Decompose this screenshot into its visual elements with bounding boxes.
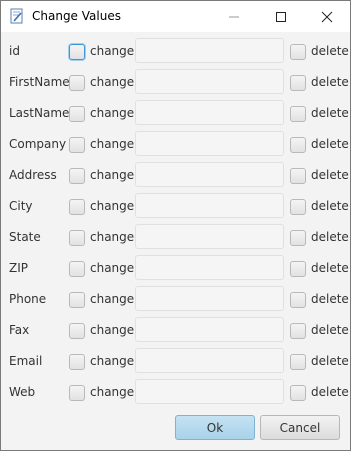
delete-checkbox[interactable] — [290, 292, 306, 308]
delete-label[interactable]: delete — [311, 137, 349, 151]
field-label: State — [9, 230, 41, 244]
change-label[interactable]: change — [90, 354, 134, 368]
document-edit-icon — [10, 8, 23, 24]
delete-checkbox[interactable] — [290, 354, 306, 370]
form-row-city: City change delete — [1, 192, 350, 223]
form-row-state: State change delete — [1, 223, 350, 254]
value-input[interactable] — [135, 69, 284, 94]
value-input[interactable] — [135, 286, 284, 311]
value-input[interactable] — [135, 162, 284, 187]
field-label: Address — [9, 168, 57, 182]
field-label: Web — [9, 385, 36, 399]
form-row-phone: Phone change delete — [1, 285, 350, 316]
field-label: ZIP — [9, 261, 28, 275]
change-values-dialog: Change Values id change delete FirstName… — [0, 0, 351, 451]
value-input[interactable] — [135, 38, 284, 63]
change-label[interactable]: change — [90, 137, 134, 151]
value-input[interactable] — [135, 255, 284, 280]
form-row-firstname: FirstName change delete — [1, 68, 350, 99]
change-checkbox[interactable] — [69, 137, 85, 153]
change-checkbox[interactable] — [69, 292, 85, 308]
change-label[interactable]: change — [90, 261, 134, 275]
delete-label[interactable]: delete — [311, 106, 349, 120]
change-checkbox[interactable] — [69, 354, 85, 370]
field-label: Company — [9, 137, 67, 151]
field-label: FirstName — [9, 75, 70, 89]
change-checkbox[interactable] — [69, 323, 85, 339]
delete-checkbox[interactable] — [290, 199, 306, 215]
change-checkbox[interactable] — [69, 168, 85, 184]
value-input[interactable] — [135, 131, 284, 156]
title-bar[interactable]: Change Values — [1, 1, 350, 32]
change-checkbox[interactable] — [69, 230, 85, 246]
change-checkbox[interactable] — [69, 44, 85, 60]
window-title: Change Values — [32, 9, 121, 23]
change-checkbox[interactable] — [69, 75, 85, 91]
change-label[interactable]: change — [90, 292, 134, 306]
field-label: Phone — [9, 292, 47, 306]
field-label: LastName — [9, 106, 70, 120]
delete-checkbox[interactable] — [290, 44, 306, 60]
ok-button[interactable]: Ok — [175, 415, 255, 440]
change-label[interactable]: change — [90, 385, 134, 399]
change-checkbox[interactable] — [69, 199, 85, 215]
value-input[interactable] — [135, 224, 284, 249]
change-label[interactable]: change — [90, 323, 134, 337]
delete-checkbox[interactable] — [290, 168, 306, 184]
delete-checkbox[interactable] — [290, 106, 306, 122]
delete-label[interactable]: delete — [311, 199, 349, 213]
form-row-web: Web change delete — [1, 378, 350, 409]
form-row-address: Address change delete — [1, 161, 350, 192]
delete-label[interactable]: delete — [311, 168, 349, 182]
delete-label[interactable]: delete — [311, 44, 349, 58]
field-label: Email — [9, 354, 43, 368]
close-icon — [321, 11, 333, 22]
change-checkbox[interactable] — [69, 261, 85, 277]
form-row-fax: Fax change delete — [1, 316, 350, 347]
delete-checkbox[interactable] — [290, 323, 306, 339]
change-label[interactable]: change — [90, 75, 134, 89]
change-checkbox[interactable] — [69, 385, 85, 401]
field-label: City — [9, 199, 33, 213]
delete-checkbox[interactable] — [290, 261, 306, 277]
delete-label[interactable]: delete — [311, 354, 349, 368]
form-row-lastname: LastName change delete — [1, 99, 350, 130]
close-button[interactable] — [304, 1, 350, 32]
change-checkbox[interactable] — [69, 106, 85, 122]
form-row-zip: ZIP change delete — [1, 254, 350, 285]
delete-label[interactable]: delete — [311, 323, 349, 337]
delete-checkbox[interactable] — [290, 230, 306, 246]
delete-checkbox[interactable] — [290, 75, 306, 91]
change-label[interactable]: change — [90, 106, 134, 120]
form-row-company: Company change delete — [1, 130, 350, 161]
minimize-icon — [229, 16, 239, 17]
value-input[interactable] — [135, 100, 284, 125]
cancel-button[interactable]: Cancel — [260, 415, 340, 440]
field-label: Fax — [9, 323, 30, 337]
change-label[interactable]: change — [90, 168, 134, 182]
value-input[interactable] — [135, 193, 284, 218]
maximize-button[interactable] — [258, 1, 304, 32]
delete-label[interactable]: delete — [311, 75, 349, 89]
change-label[interactable]: change — [90, 199, 134, 213]
value-input[interactable] — [135, 379, 284, 404]
minimize-button[interactable] — [211, 1, 257, 32]
delete-checkbox[interactable] — [290, 137, 306, 153]
value-input[interactable] — [135, 317, 284, 342]
form-row-id: id change delete — [1, 37, 350, 68]
delete-label[interactable]: delete — [311, 385, 349, 399]
delete-label[interactable]: delete — [311, 292, 349, 306]
delete-checkbox[interactable] — [290, 385, 306, 401]
value-input[interactable] — [135, 348, 284, 373]
change-label[interactable]: change — [90, 44, 134, 58]
form-row-email: Email change delete — [1, 347, 350, 378]
field-label: id — [9, 44, 20, 58]
maximize-icon — [276, 11, 286, 22]
change-label[interactable]: change — [90, 230, 134, 244]
delete-label[interactable]: delete — [311, 230, 349, 244]
delete-label[interactable]: delete — [311, 261, 349, 275]
